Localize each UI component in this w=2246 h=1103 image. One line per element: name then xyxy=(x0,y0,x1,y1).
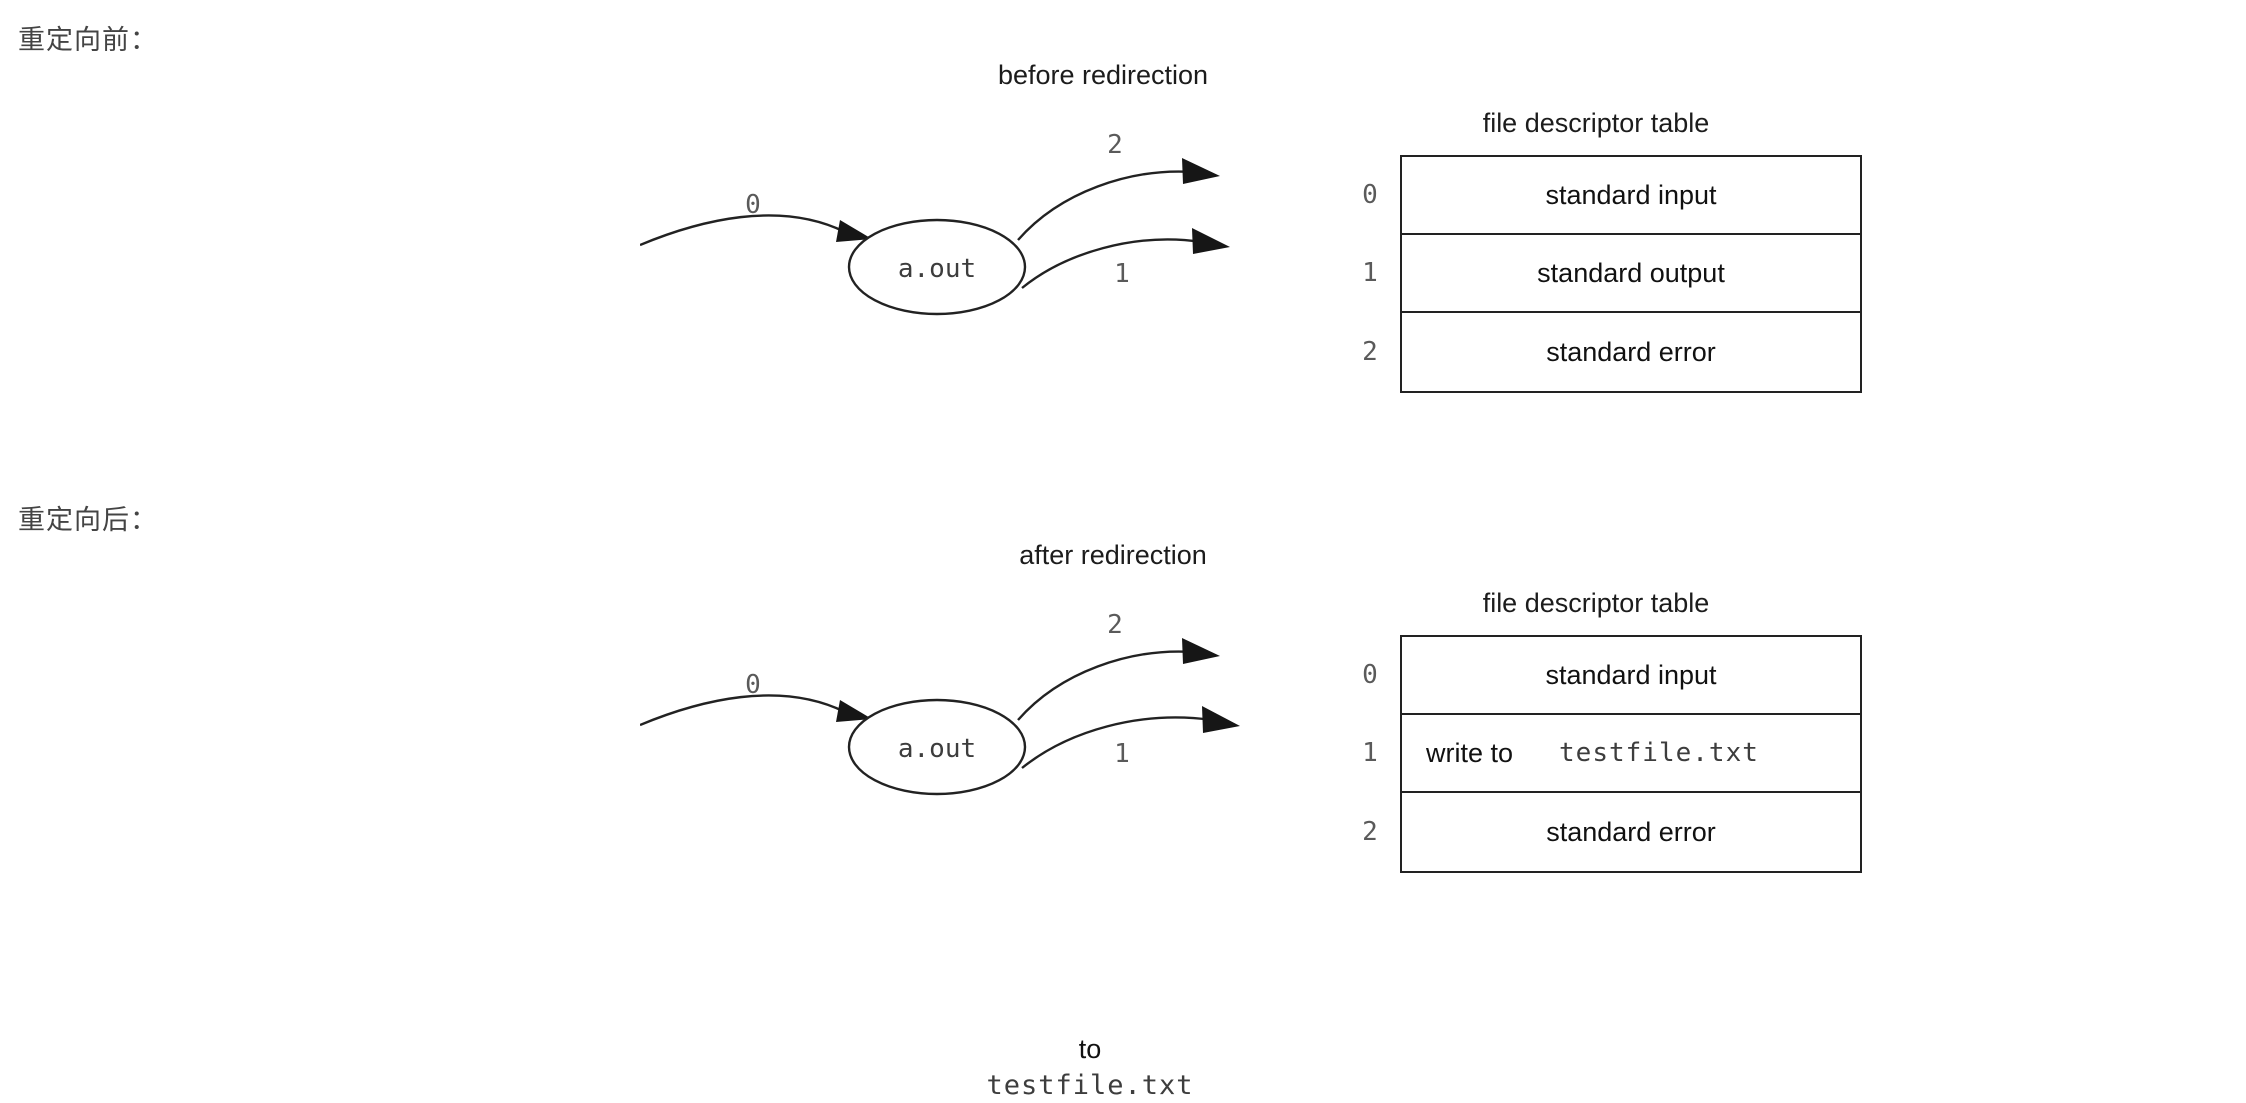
arrow-stdout-head xyxy=(1192,228,1230,254)
arrow-label-stderr: 2 xyxy=(1107,130,1123,160)
section-heading-before: 重定向前： xyxy=(18,25,158,56)
fd-table-block: file descriptor table 0 standard input 1… xyxy=(1330,108,1862,393)
fd-table: 0 standard input 1 write to testfile.txt… xyxy=(1362,635,1862,873)
process-diagram: 0 a.out 2 1 xyxy=(640,130,1230,316)
arrow-stdout-head xyxy=(1202,706,1240,733)
process-name: a.out xyxy=(898,734,976,764)
fd-row-index: 0 xyxy=(1362,180,1378,210)
figure-title: after redirection xyxy=(1019,540,1207,570)
arrow-label-stdout: 1 xyxy=(1114,259,1130,289)
fd-table-caption: file descriptor table xyxy=(1482,588,1710,618)
section-heading-after: 重定向后： xyxy=(18,505,158,536)
fd-table-block: file descriptor table 0 standard input 1… xyxy=(1330,588,1862,873)
fd-row-text: write to xyxy=(1426,737,1514,768)
arrow-label-stdout: 1 xyxy=(1114,739,1130,769)
figure-after-redirection: after redirection 0 a.out 2 1 to testfil… xyxy=(0,540,2246,1101)
arrow-stderr-path xyxy=(1017,170,1194,241)
fd-row-text: standard output xyxy=(1537,257,1725,288)
fd-row-text: standard error xyxy=(1546,336,1716,367)
arrow-stdin-path xyxy=(640,214,846,247)
fd-row-text: standard input xyxy=(1545,179,1717,210)
process-diagram: 0 a.out 2 1 xyxy=(640,610,1240,796)
figure-title: before redirection xyxy=(997,60,1209,90)
arrow-stdin-path xyxy=(640,694,846,727)
process-name: a.out xyxy=(898,254,976,284)
arrow-label-stdin: 0 xyxy=(745,670,761,700)
redirect-file-name: testfile.txt xyxy=(986,1069,1194,1101)
arrow-stderr-path xyxy=(1017,650,1194,721)
fd-row-index: 2 xyxy=(1362,337,1378,367)
fd-row-index: 2 xyxy=(1362,817,1378,847)
fd-table-caption: file descriptor table xyxy=(1482,108,1710,138)
arrow-label-stdin: 0 xyxy=(745,190,761,220)
table-row: 0 standard input xyxy=(1362,637,1860,715)
arrow-label-stderr: 2 xyxy=(1107,610,1123,640)
fd-row-index: 1 xyxy=(1362,258,1378,288)
table-row: 2 standard error xyxy=(1362,793,1860,871)
table-row: 0 standard input xyxy=(1362,157,1860,235)
arrow-stderr-head xyxy=(1182,158,1220,184)
fd-row-text: standard error xyxy=(1546,816,1716,847)
arrow-stdout-path xyxy=(1021,238,1203,289)
redirect-target-caption: to testfile.txt xyxy=(940,1032,1240,1103)
redirect-to-label: to xyxy=(1078,1034,1102,1064)
table-row: 1 standard output xyxy=(1362,235,1860,313)
fd-row-index: 1 xyxy=(1362,738,1378,768)
fd-table: 0 standard input 1 standard output 2 sta… xyxy=(1362,155,1862,393)
table-row: 1 write to testfile.txt xyxy=(1362,715,1860,793)
fd-row-text: standard input xyxy=(1545,659,1717,690)
fd-row-filename: testfile.txt xyxy=(1559,738,1759,768)
arrow-stderr-head xyxy=(1182,638,1220,664)
figure-before-redirection: before redirection 0 a.out 2 1 file desc… xyxy=(0,60,2246,460)
fd-row-index: 0 xyxy=(1362,660,1378,690)
table-row: 2 standard error xyxy=(1362,313,1860,391)
